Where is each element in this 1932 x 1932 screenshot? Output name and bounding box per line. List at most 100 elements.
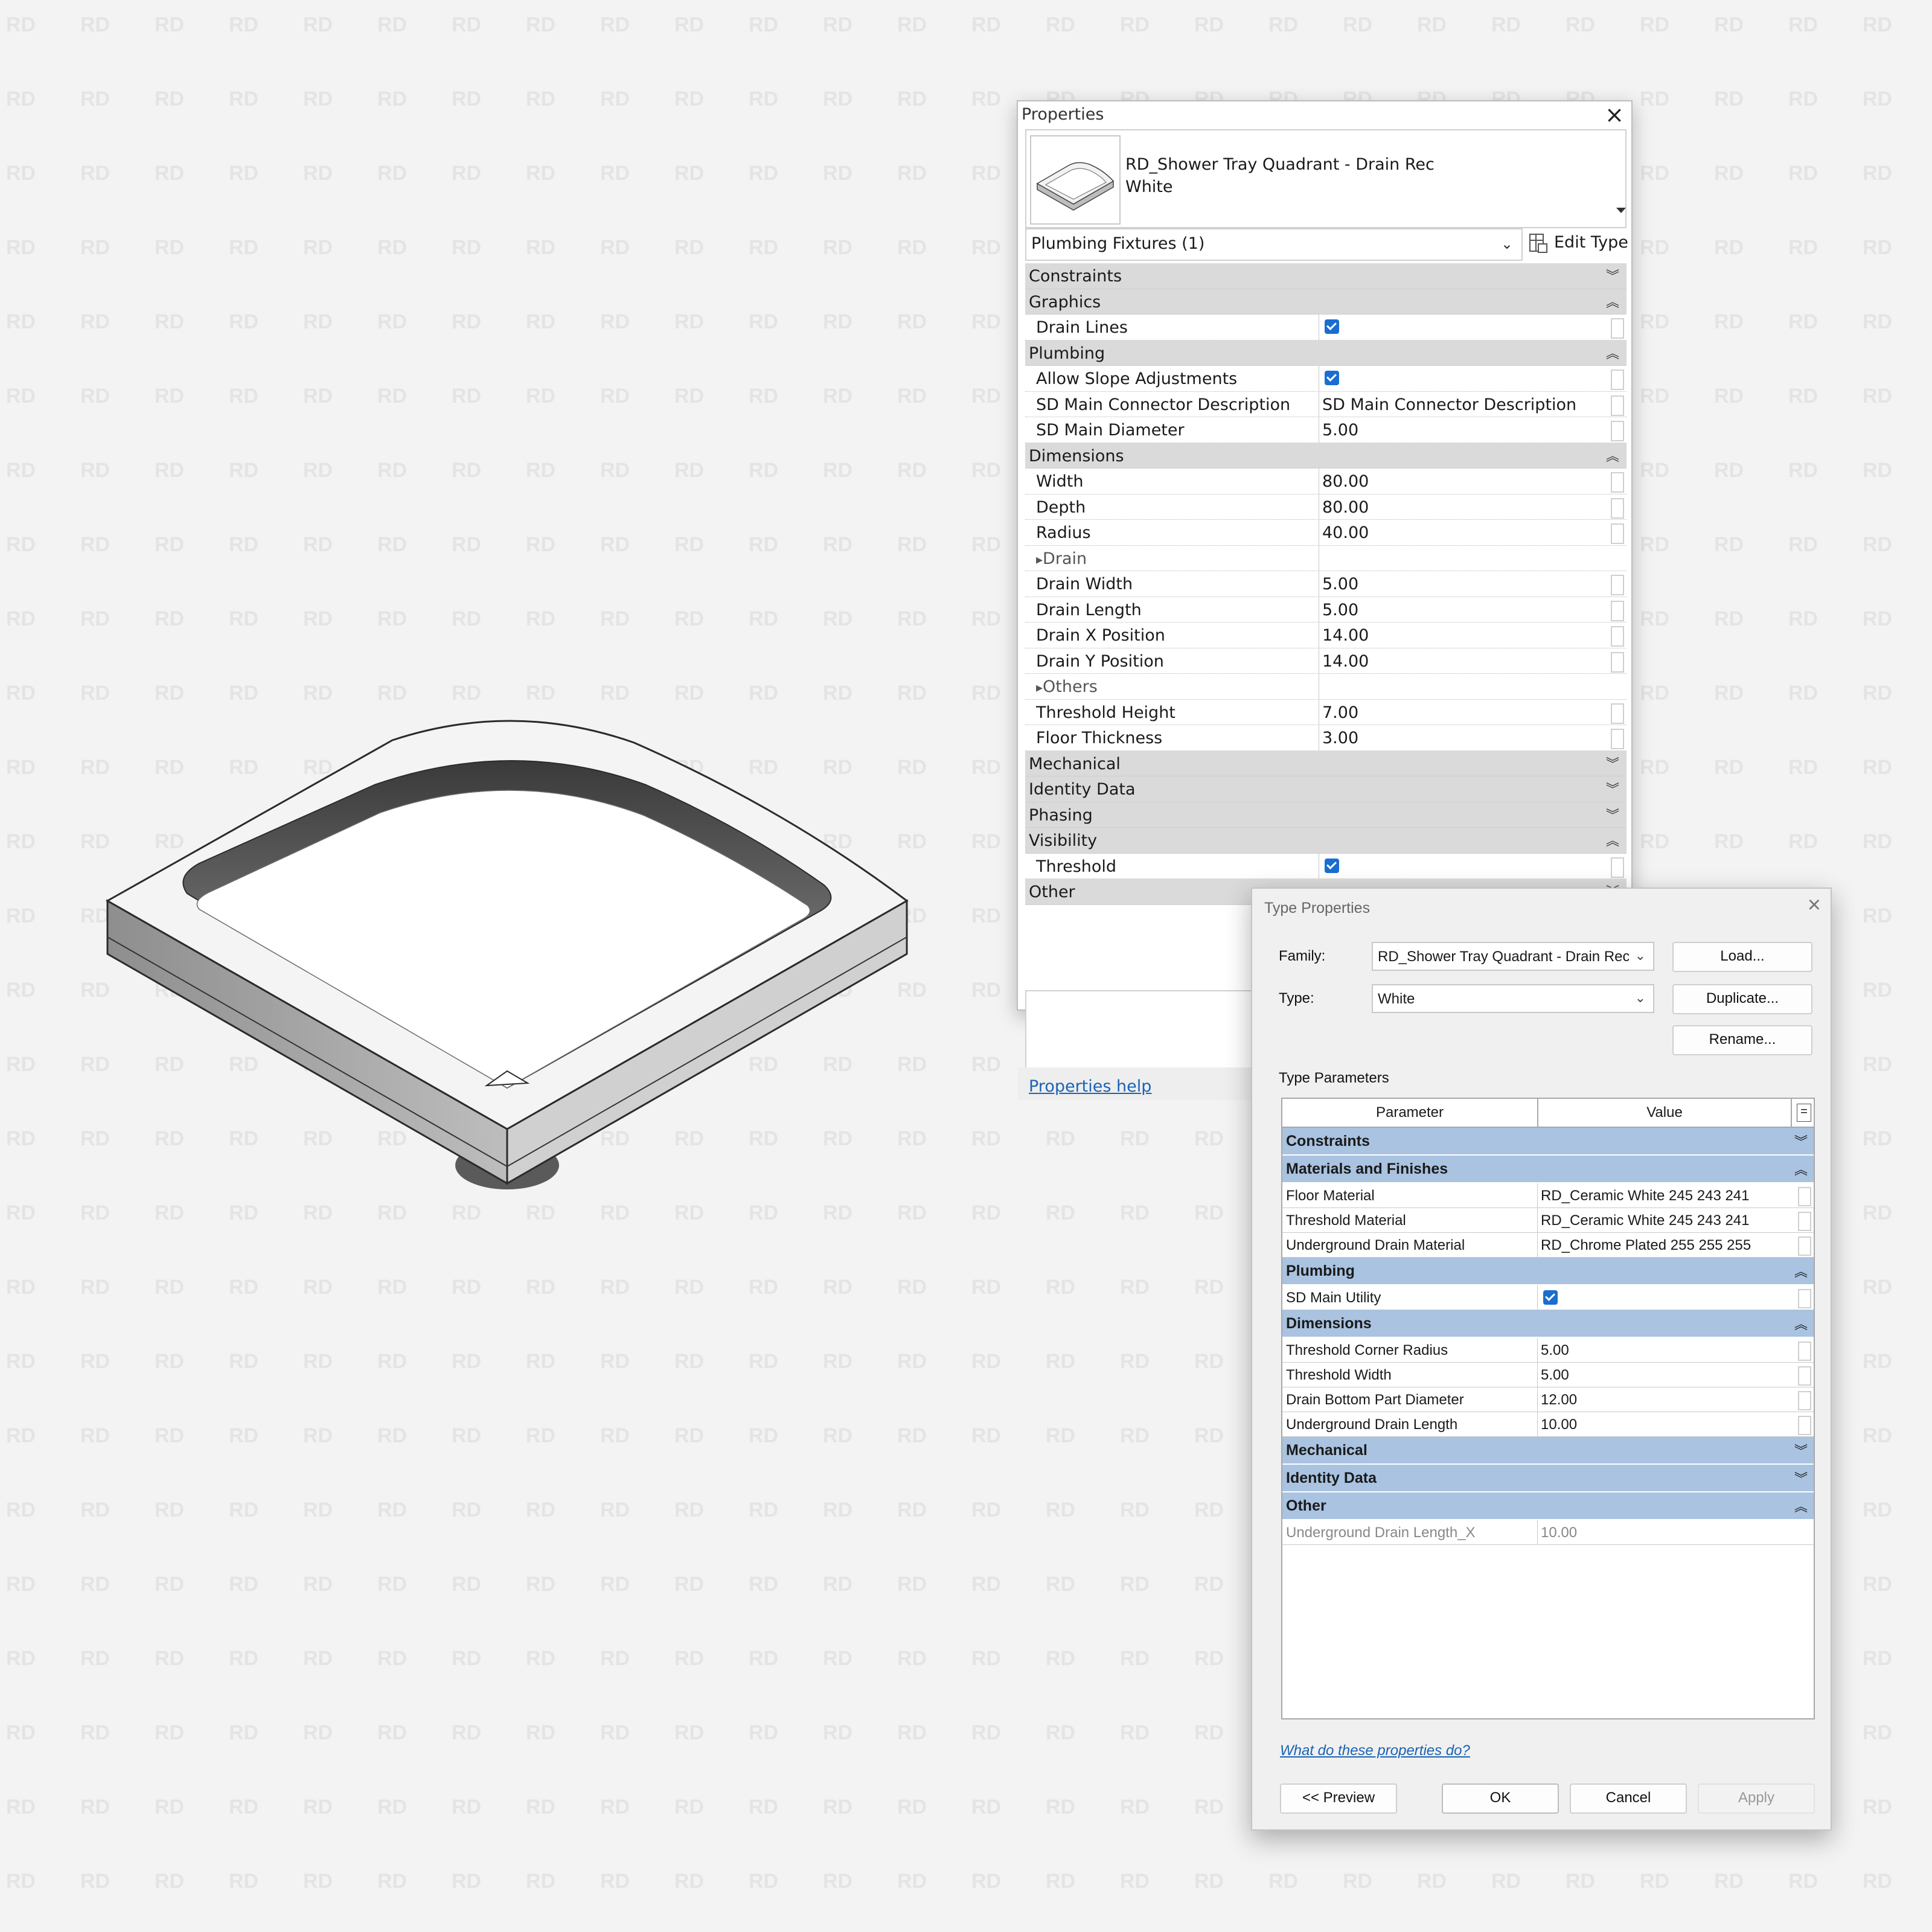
- param-row-depth[interactable]: Depth 80.00: [1025, 494, 1627, 520]
- param-value[interactable]: 5.00: [1320, 417, 1604, 443]
- group-mechanical[interactable]: Mechanical ︾: [1282, 1437, 1814, 1465]
- family-dropdown[interactable]: RD_Shower Tray Quadrant - Drain Rec ⌄: [1372, 942, 1654, 971]
- param-row-radius[interactable]: Radius 40.00: [1025, 520, 1627, 546]
- param-value[interactable]: 5.00: [1538, 1338, 1792, 1362]
- param-row-threshold-width[interactable]: Threshold Width 5.00: [1282, 1363, 1814, 1387]
- param-row-drain-length[interactable]: Drain Length 5.00: [1025, 597, 1627, 622]
- collapse-icon[interactable]: ︽: [1794, 1159, 1808, 1179]
- associate-parameter-button[interactable]: [1611, 472, 1624, 493]
- column-header-value[interactable]: Value: [1538, 1099, 1792, 1127]
- param-value[interactable]: RD_Ceramic White 245 243 241: [1538, 1183, 1792, 1208]
- param-row-underground-drain-length[interactable]: Underground Drain Length 10.00: [1282, 1412, 1814, 1437]
- expand-icon[interactable]: ︾: [1794, 1441, 1808, 1460]
- cancel-button[interactable]: Cancel: [1570, 1783, 1687, 1814]
- load-button[interactable]: Load...: [1672, 942, 1812, 972]
- param-value[interactable]: SD Main Connector Description: [1320, 392, 1604, 417]
- group-mechanical[interactable]: Mechanical ︾: [1025, 750, 1627, 776]
- duplicate-button[interactable]: Duplicate...: [1672, 984, 1812, 1014]
- param-row-threshold-height[interactable]: Threshold Height 7.00: [1025, 699, 1627, 725]
- associate-parameter-button[interactable]: [1798, 1366, 1811, 1386]
- param-value[interactable]: 14.00: [1320, 622, 1604, 648]
- properties-info-link[interactable]: What do these properties do?: [1280, 1742, 1470, 1759]
- param-row-width[interactable]: Width 80.00: [1025, 469, 1627, 494]
- associate-parameter-button[interactable]: [1611, 857, 1624, 878]
- associate-parameter-button[interactable]: [1611, 729, 1624, 749]
- associate-parameter-button[interactable]: [1611, 369, 1624, 390]
- associate-parameter-button[interactable]: [1611, 318, 1624, 339]
- associate-parameter-button[interactable]: [1611, 703, 1624, 724]
- collapse-icon[interactable]: ︽: [1606, 343, 1619, 362]
- checkbox-checked[interactable]: [1543, 1290, 1558, 1305]
- associate-parameter-button[interactable]: [1798, 1236, 1811, 1256]
- param-value[interactable]: 10.00: [1538, 1412, 1792, 1436]
- group-phasing[interactable]: Phasing ︾: [1025, 802, 1627, 828]
- param-row-drain-x-position[interactable]: Drain X Position 14.00: [1025, 622, 1627, 648]
- expand-icon[interactable]: ︾: [1606, 753, 1619, 773]
- param-value[interactable]: RD_Chrome Plated 255 255 255: [1538, 1233, 1792, 1257]
- group-identity-data[interactable]: Identity Data ︾: [1025, 776, 1627, 802]
- expand-icon[interactable]: ︾: [1606, 266, 1619, 285]
- associate-parameter-button[interactable]: [1798, 1391, 1811, 1410]
- param-value[interactable]: 80.00: [1320, 469, 1604, 494]
- group-graphics[interactable]: Graphics ︽: [1025, 289, 1627, 315]
- associate-parameter-button[interactable]: [1611, 497, 1624, 519]
- group-dimensions[interactable]: Dimensions ︽: [1282, 1310, 1814, 1338]
- param-row-sd-main-connector-description[interactable]: SD Main Connector Description SD Main Con…: [1025, 391, 1627, 417]
- param-value[interactable]: [1320, 366, 1604, 391]
- collapse-icon[interactable]: ︽: [1794, 1314, 1808, 1333]
- associate-parameter-button[interactable]: [1798, 1289, 1811, 1308]
- expand-icon[interactable]: ︾: [1794, 1131, 1808, 1151]
- associate-parameter-button[interactable]: [1611, 626, 1624, 647]
- param-row-sd-main-utility[interactable]: SD Main Utility: [1282, 1285, 1814, 1310]
- expand-icon[interactable]: ︾: [1606, 779, 1619, 798]
- column-header-formula[interactable]: =: [1797, 1104, 1811, 1122]
- collapse-icon[interactable]: ︽: [1606, 292, 1619, 311]
- associate-parameter-button[interactable]: [1611, 421, 1624, 441]
- instance-filter-dropdown[interactable]: Plumbing Fixtures (1) ⌄: [1025, 228, 1523, 261]
- param-value[interactable]: RD_Ceramic White 245 243 241: [1538, 1208, 1792, 1232]
- param-value[interactable]: 5.00: [1320, 597, 1604, 622]
- associate-parameter-button[interactable]: [1798, 1212, 1811, 1231]
- group-plumbing[interactable]: Plumbing ︽: [1282, 1258, 1814, 1285]
- associate-parameter-button[interactable]: [1798, 1187, 1811, 1206]
- group-other[interactable]: Other ︽: [1282, 1492, 1814, 1520]
- close-icon[interactable]: ×: [1808, 892, 1821, 918]
- group-visibility[interactable]: Visibility ︽: [1025, 828, 1627, 854]
- associate-parameter-button[interactable]: [1611, 600, 1624, 621]
- param-row-sd-main-diameter[interactable]: SD Main Diameter 5.00: [1025, 417, 1627, 443]
- checkbox-checked[interactable]: [1325, 858, 1339, 873]
- preview-button[interactable]: << Preview: [1280, 1783, 1397, 1814]
- param-row-threshold-corner-radius[interactable]: Threshold Corner Radius 5.00: [1282, 1338, 1814, 1363]
- param-value[interactable]: [1320, 315, 1604, 340]
- associate-parameter-button[interactable]: [1611, 523, 1624, 544]
- rename-button[interactable]: Rename...: [1672, 1025, 1812, 1055]
- param-value[interactable]: 3.00: [1320, 725, 1604, 750]
- type-dropdown-arrow-icon[interactable]: [1616, 208, 1626, 213]
- group-plumbing[interactable]: Plumbing ︽: [1025, 340, 1627, 366]
- close-icon[interactable]: ×: [1605, 101, 1624, 128]
- type-dropdown[interactable]: White ⌄: [1372, 984, 1654, 1013]
- expand-icon[interactable]: ︾: [1794, 1468, 1808, 1488]
- associate-parameter-button[interactable]: [1798, 1342, 1811, 1361]
- collapse-icon[interactable]: ︽: [1794, 1261, 1808, 1281]
- param-value[interactable]: 80.00: [1320, 494, 1604, 520]
- param-row-floor-thickness[interactable]: Floor Thickness 3.00: [1025, 725, 1627, 751]
- param-value[interactable]: 14.00: [1320, 648, 1604, 674]
- edit-type-button[interactable]: Edit Type: [1523, 229, 1629, 257]
- properties-help-link[interactable]: Properties help: [1029, 1077, 1151, 1096]
- checkbox-checked[interactable]: [1325, 319, 1339, 334]
- properties-titlebar[interactable]: Properties ×: [1018, 101, 1631, 128]
- type-selector-header[interactable]: RD_Shower Tray Quadrant - Drain Rec Whit…: [1025, 129, 1627, 228]
- param-row-floor-material[interactable]: Floor Material RD_Ceramic White 245 243 2…: [1282, 1183, 1814, 1208]
- param-value[interactable]: 5.00: [1320, 571, 1604, 597]
- apply-button[interactable]: Apply: [1698, 1783, 1815, 1814]
- collapse-icon[interactable]: ︽: [1606, 446, 1619, 465]
- group-constraints[interactable]: Constraints ︾: [1282, 1128, 1814, 1156]
- group-identity-data[interactable]: Identity Data ︾: [1282, 1465, 1814, 1492]
- param-row-underground-drain-material[interactable]: Underground Drain Material RD_Chrome Plat…: [1282, 1233, 1814, 1258]
- param-row-threshold-material[interactable]: Threshold Material RD_Ceramic White 245 2…: [1282, 1208, 1814, 1233]
- associate-parameter-button[interactable]: [1611, 575, 1624, 595]
- param-row-drain-width[interactable]: Drain Width 5.00: [1025, 571, 1627, 597]
- associate-parameter-button[interactable]: [1611, 395, 1624, 416]
- param-value[interactable]: [1320, 854, 1604, 879]
